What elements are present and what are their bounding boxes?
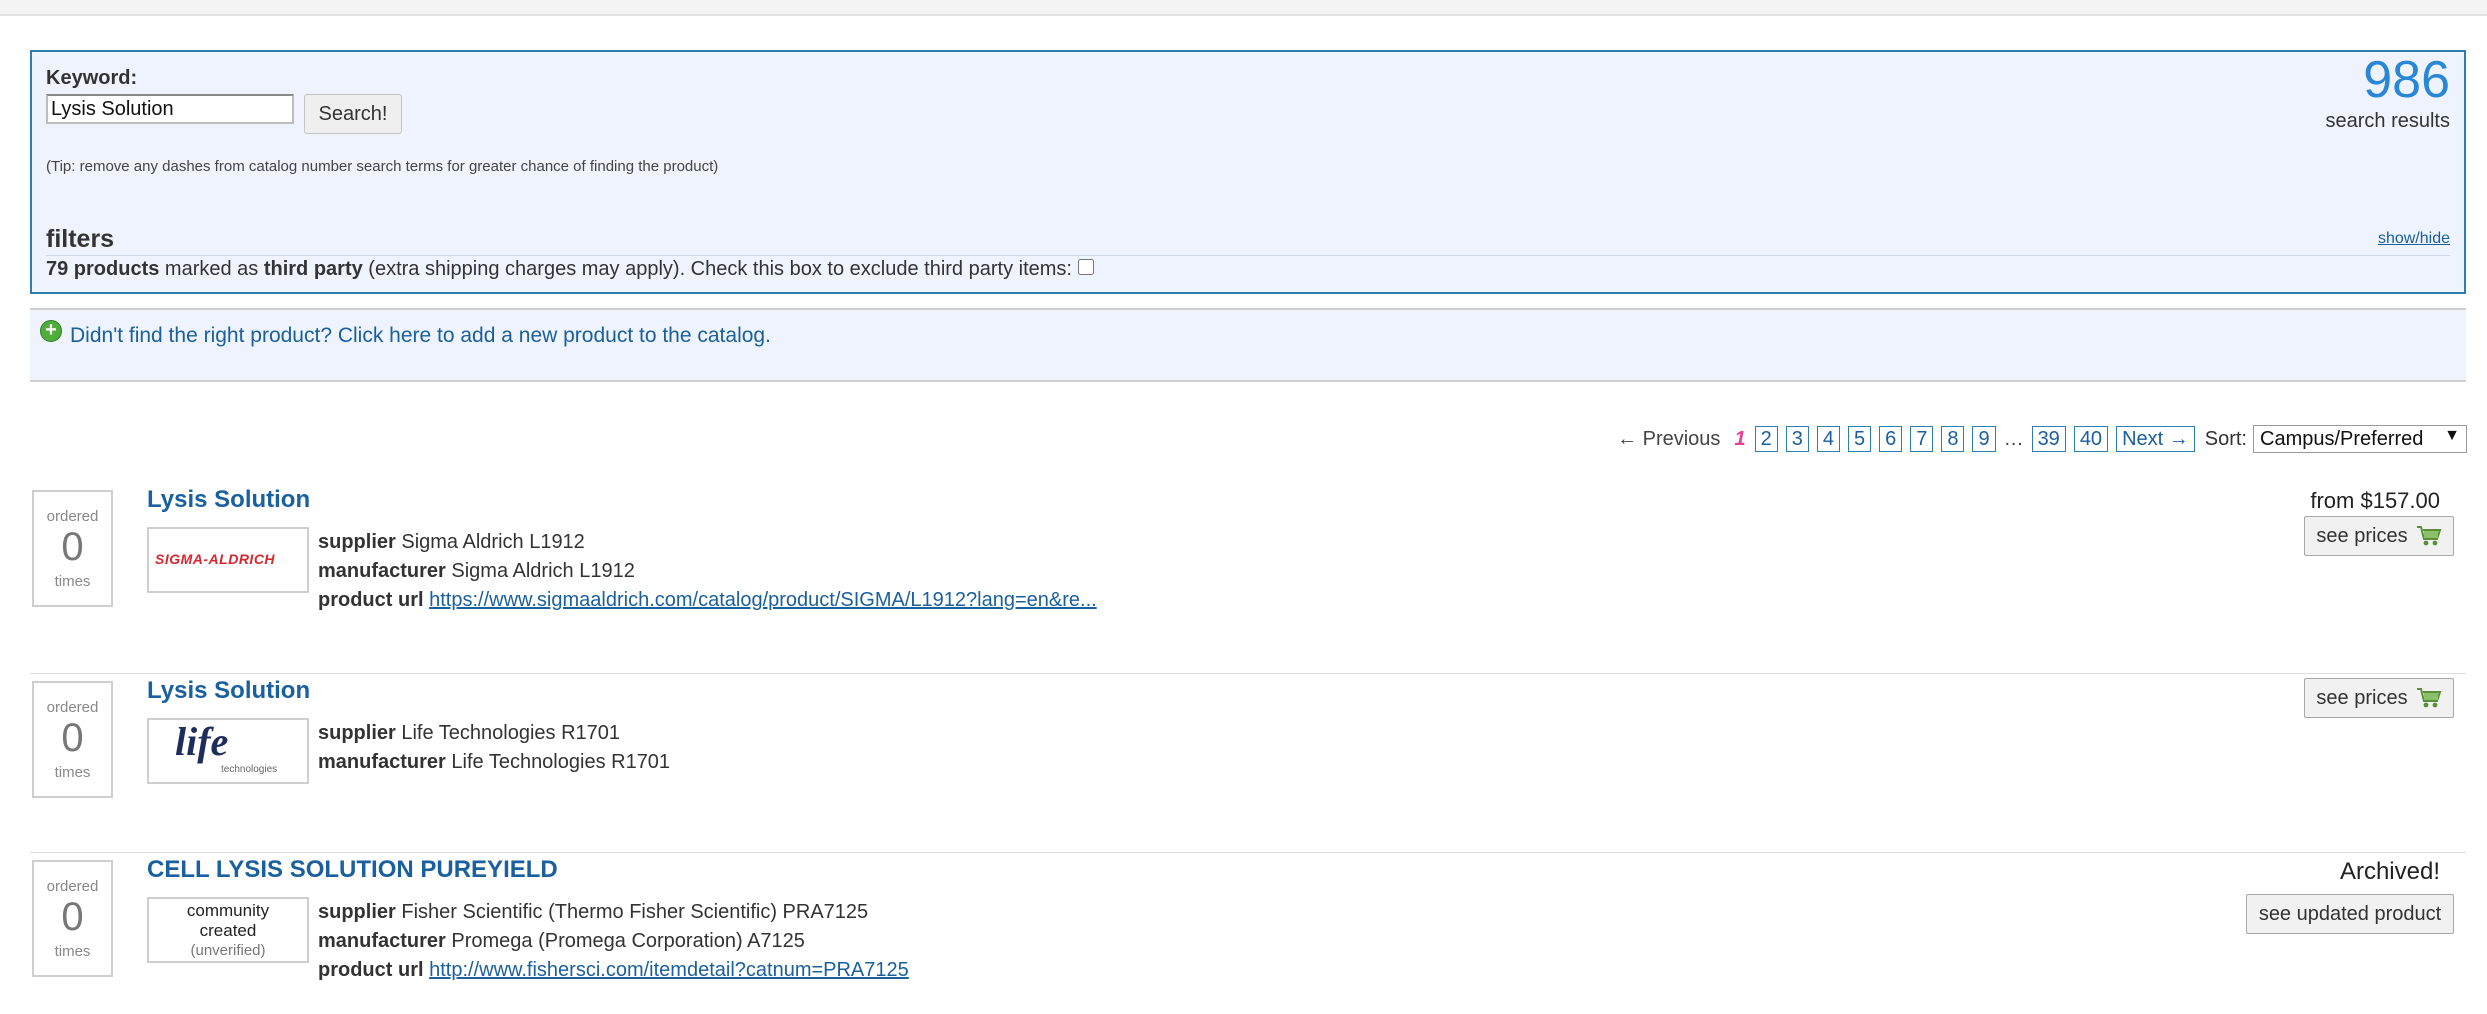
ordered-count-box: ordered 0 times: [32, 681, 113, 798]
product-url-label: product url: [318, 589, 424, 611]
supplier-value: Fisher Scientific (Thermo Fisher Scienti…: [401, 901, 869, 923]
ordered-count: 0: [61, 895, 84, 939]
life-technologies-logo: life technologies: [147, 718, 309, 784]
logo-subtext: technologies: [221, 764, 278, 775]
row-divider: [30, 673, 2466, 674]
page-link-6[interactable]: 6: [1879, 426, 1903, 452]
product-url-label: product url: [318, 959, 424, 981]
product-title-link[interactable]: Lysis Solution: [147, 677, 310, 705]
ordered-label: ordered: [46, 878, 99, 895]
manufacturer-value: Promega (Promega Corporation) A7125: [451, 930, 805, 952]
third-party-count: 79 products: [46, 258, 160, 280]
add-product-link[interactable]: Didn't find the right product? Click her…: [70, 324, 771, 348]
sort-label: Sort:: [2204, 427, 2247, 450]
shopping-cart-icon: [2416, 526, 2441, 546]
see-prices-button[interactable]: see prices: [2304, 516, 2454, 556]
shopping-cart-icon: [2416, 688, 2441, 708]
keyword-input[interactable]: [46, 94, 294, 124]
manufacturer-label: manufacturer: [318, 560, 446, 582]
search-button[interactable]: Search!: [304, 94, 402, 134]
row-divider: [30, 852, 2466, 853]
results-label: search results: [2325, 110, 2451, 132]
ordered-suffix: times: [54, 764, 91, 781]
page-link-9[interactable]: 9: [1972, 426, 1996, 452]
supplier-label: supplier: [318, 901, 396, 923]
ordered-count-box: ordered 0 times: [32, 860, 113, 977]
logo-text: life: [175, 719, 229, 764]
sigma-aldrich-logo: SIGMA-ALDRICH: [147, 527, 309, 593]
manufacturer-value: Sigma Aldrich L1912: [451, 560, 635, 582]
page-link-3[interactable]: 3: [1785, 426, 1809, 452]
manufacturer-value: Life Technologies R1701: [451, 751, 671, 773]
exclude-third-party-checkbox[interactable]: [1077, 258, 1094, 275]
page-link-4[interactable]: 4: [1816, 426, 1840, 452]
pagination: ← Previous 1 2 3 4 5 6 7 8 9 … 39 40 Nex…: [1617, 425, 2467, 453]
third-party-text-2: (extra shipping charges may apply). Chec…: [362, 258, 1072, 280]
page-link-40[interactable]: 40: [2073, 426, 2109, 452]
page-link-8[interactable]: 8: [1941, 426, 1965, 452]
logo-line-1: community: [186, 901, 270, 920]
next-page-link[interactable]: Next →: [2116, 426, 2195, 452]
keyword-label: Keyword:: [46, 67, 138, 89]
price-text: from $157.00: [2310, 488, 2440, 513]
filters-show-hide-link[interactable]: show/hide: [2378, 230, 2450, 248]
page-link-2[interactable]: 2: [1754, 426, 1778, 452]
community-logo-text: community created (unverified): [149, 901, 307, 961]
product-details: supplier Life Technologies R1701 manufac…: [318, 719, 670, 777]
page-link-5[interactable]: 5: [1847, 426, 1872, 452]
third-party-label: third party: [263, 258, 363, 280]
search-tip: (Tip: remove any dashes from catalog num…: [46, 158, 719, 175]
ordered-count: 0: [61, 716, 84, 760]
pagination-ellipsis: …: [2003, 427, 2024, 450]
product-details: supplier Fisher Scientific (Thermo Fishe…: [318, 898, 909, 985]
product-title-link[interactable]: CELL LYSIS SOLUTION PUREYIELD: [147, 856, 558, 884]
product-url-link[interactable]: http://www.fishersci.com/itemdetail?catn…: [429, 959, 909, 981]
ordered-label: ordered: [46, 508, 99, 525]
search-panel: Keyword: Search! (Tip: remove any dashes…: [30, 50, 2466, 294]
supplier-value: Life Technologies R1701: [401, 722, 621, 744]
manufacturer-label: manufacturer: [318, 751, 446, 773]
see-prices-button[interactable]: see prices: [2304, 678, 2454, 718]
see-updated-product-button[interactable]: see updated product: [2246, 894, 2454, 934]
add-product-banner: + Didn't find the right product? Click h…: [30, 308, 2466, 382]
third-party-filter: 79 products marked as third party (extra…: [46, 258, 1094, 281]
sort-select-wrap: Campus/Preferred ▼: [2253, 425, 2467, 453]
ordered-label: ordered: [46, 699, 99, 716]
filters-divider: [46, 255, 2450, 256]
top-bar: [0, 0, 2487, 16]
current-page: 1: [1734, 427, 1746, 450]
archived-status: Archived!: [2339, 858, 2440, 885]
product-details: supplier Sigma Aldrich L1912 manufacture…: [318, 528, 1097, 615]
sort-select[interactable]: Campus/Preferred: [2253, 425, 2467, 453]
logo-text: SIGMA-ALDRICH: [155, 551, 276, 567]
product-title-link[interactable]: Lysis Solution: [147, 486, 310, 514]
ordered-suffix: times: [54, 573, 91, 590]
logo-line-3: (unverified): [190, 942, 266, 959]
ordered-suffix: times: [54, 943, 91, 960]
page-link-7[interactable]: 7: [1910, 426, 1934, 452]
third-party-text-1: marked as: [159, 258, 264, 280]
supplier-label: supplier: [318, 531, 396, 553]
supplier-label: supplier: [318, 722, 396, 744]
manufacturer-label: manufacturer: [318, 930, 446, 952]
community-created-logo: community created (unverified): [147, 897, 309, 963]
page-link-39[interactable]: 39: [2031, 426, 2066, 452]
ordered-count-box: ordered 0 times: [32, 490, 113, 607]
logo-line-2: created: [199, 921, 257, 940]
supplier-value: Sigma Aldrich L1912: [401, 531, 585, 553]
add-circle-icon[interactable]: +: [40, 320, 62, 342]
ordered-count: 0: [61, 525, 84, 569]
product-url-link[interactable]: https://www.sigmaaldrich.com/catalog/pro…: [429, 589, 1097, 611]
see-prices-label: see prices: [2316, 686, 2408, 709]
results-count: 986: [2363, 51, 2450, 109]
previous-page-link[interactable]: ← Previous: [1617, 428, 1720, 451]
see-prices-label: see prices: [2316, 524, 2408, 547]
filters-title: filters: [46, 225, 115, 253]
